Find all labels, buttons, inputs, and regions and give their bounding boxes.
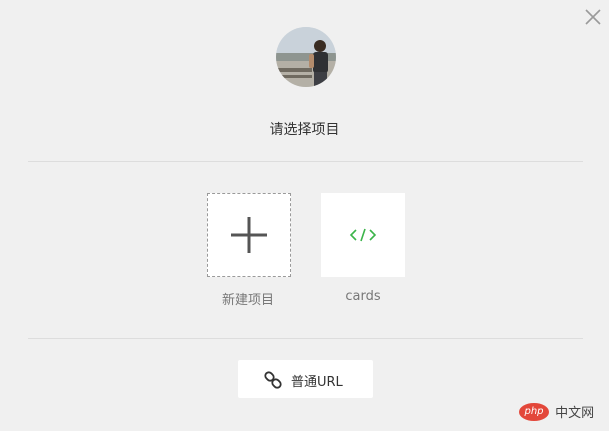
new-project-tile[interactable] [207, 193, 291, 277]
watermark-site-name: 中文网 [555, 406, 595, 421]
plus-icon [231, 217, 267, 253]
plain-url-button[interactable]: 普通URL [238, 360, 373, 398]
link-icon [264, 371, 282, 389]
avatar [276, 27, 336, 87]
avatar-photo [276, 27, 336, 87]
dialog-title: 请选择项目 [269, 122, 340, 138]
top-divider [28, 161, 583, 162]
close-button[interactable] [582, 6, 604, 28]
select-project-dialog: 请选择项目 新建项目 cards 普通URL php 中文网 [0, 0, 609, 431]
bottom-divider [28, 338, 583, 339]
code-icon [349, 228, 377, 242]
php-logo: php [519, 402, 549, 421]
cards-project-tile[interactable] [321, 193, 405, 277]
close-icon [585, 9, 601, 25]
plain-url-label: 普通URL [291, 375, 343, 390]
new-project-label: 新建项目 [221, 293, 274, 308]
cards-project-label: cards [345, 289, 381, 304]
watermark: php 中文网 [519, 402, 594, 421]
